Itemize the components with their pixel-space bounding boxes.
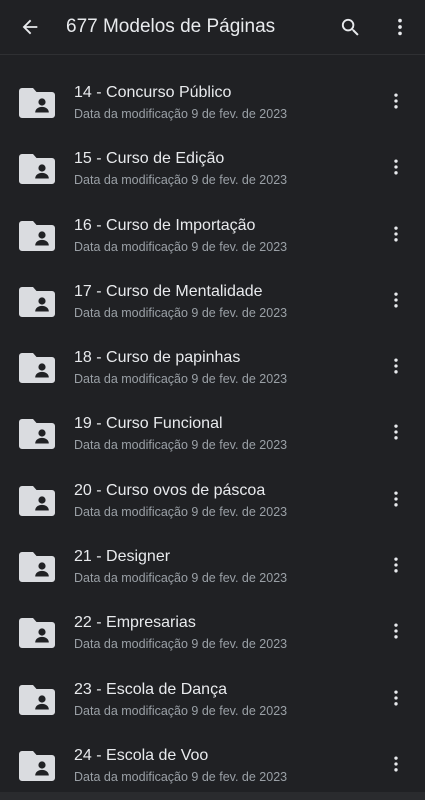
list-item[interactable]: 18 - Curso de papinhas Data da modificaç… bbox=[0, 333, 425, 399]
list-item[interactable]: 14 - Concurso Público Data da modificaçã… bbox=[0, 68, 425, 134]
more-vert-icon bbox=[394, 491, 398, 507]
list-item[interactable]: 24 - Escola de Voo Data da modificação 9… bbox=[0, 731, 425, 797]
item-modified-date: Data da modificação 9 de fev. de 2023 bbox=[74, 173, 288, 188]
more-vert-icon bbox=[394, 226, 398, 242]
item-title: 22 - Empresarias bbox=[74, 614, 196, 632]
item-modified-date: Data da modificação 9 de fev. de 2023 bbox=[74, 372, 288, 387]
list-item[interactable]: 17 - Curso de Mentalidade Data da modifi… bbox=[0, 267, 425, 333]
search-button[interactable] bbox=[332, 9, 368, 45]
more-vert-icon bbox=[394, 756, 398, 772]
more-vert-icon bbox=[394, 424, 398, 440]
item-modified-date: Data da modificação 9 de fev. de 2023 bbox=[74, 769, 288, 784]
item-modified-date: Data da modificação 9 de fev. de 2023 bbox=[74, 239, 288, 254]
overflow-menu-button[interactable] bbox=[382, 9, 418, 45]
item-title: 19 - Curso Funcional bbox=[74, 415, 223, 433]
page-title: 677 Modelos de Páginas bbox=[66, 16, 276, 37]
search-icon bbox=[341, 18, 359, 36]
more-vert-icon bbox=[394, 690, 398, 706]
file-list: 14 - Concurso Público Data da modificaçã… bbox=[0, 68, 425, 797]
item-title: 17 - Curso de Mentalidade bbox=[74, 282, 263, 300]
list-item[interactable]: 23 - Escola de Dança Data da modificação… bbox=[0, 665, 425, 731]
more-vert-icon bbox=[394, 292, 398, 308]
item-modified-date: Data da modificação 9 de fev. de 2023 bbox=[74, 438, 288, 453]
shared-folder-icon bbox=[19, 750, 55, 781]
shared-folder-icon bbox=[19, 419, 55, 450]
more-vert-icon bbox=[394, 557, 398, 573]
item-title: 15 - Curso de Edição bbox=[74, 150, 225, 168]
list-item[interactable]: 21 - Designer Data da modificação 9 de f… bbox=[0, 532, 425, 598]
item-more-button[interactable] bbox=[381, 484, 411, 514]
item-title: 18 - Curso de papinhas bbox=[74, 349, 241, 367]
shared-folder-icon bbox=[19, 485, 55, 516]
list-item[interactable]: 22 - Empresarias Data da modificação 9 d… bbox=[0, 598, 425, 664]
shared-folder-icon bbox=[19, 618, 55, 649]
item-more-button[interactable] bbox=[381, 749, 411, 779]
item-more-button[interactable] bbox=[381, 285, 411, 315]
item-title: 14 - Concurso Público bbox=[74, 84, 232, 101]
item-modified-date: Data da modificação 9 de fev. de 2023 bbox=[74, 571, 288, 586]
item-more-button[interactable] bbox=[381, 351, 411, 381]
item-more-button[interactable] bbox=[381, 550, 411, 580]
shared-folder-icon bbox=[19, 286, 55, 317]
back-button[interactable] bbox=[12, 9, 48, 45]
more-vert-icon bbox=[394, 358, 398, 374]
list-item[interactable]: 16 - Curso de Importação Data da modific… bbox=[0, 201, 425, 267]
list-item[interactable]: 15 - Curso de Edição Data da modificação… bbox=[0, 134, 425, 200]
more-vert-icon bbox=[394, 159, 398, 175]
item-modified-date: Data da modificação 9 de fev. de 2023 bbox=[74, 637, 288, 652]
item-more-button[interactable] bbox=[381, 219, 411, 249]
shared-folder-icon bbox=[19, 552, 55, 583]
item-more-button[interactable] bbox=[381, 152, 411, 182]
item-modified-date: Data da modificação 9 de fev. de 2023 bbox=[74, 703, 288, 718]
item-modified-date: Data da modificação 9 de fev. de 2023 bbox=[74, 504, 288, 519]
item-modified-date: Data da modificação 9 de fev. de 2023 bbox=[74, 305, 288, 320]
bottom-edge bbox=[0, 792, 425, 800]
more-vert-icon bbox=[394, 623, 398, 639]
item-modified-date: Data da modificação 9 de fev. de 2023 bbox=[74, 107, 288, 121]
more-vert-icon bbox=[398, 18, 402, 36]
more-vert-icon bbox=[394, 93, 398, 109]
item-title: 20 - Curso ovos de páscoa bbox=[74, 481, 266, 499]
shared-folder-icon bbox=[19, 220, 55, 251]
list-item[interactable]: 19 - Curso Funcional Data da modificação… bbox=[0, 399, 425, 465]
item-title: 16 - Curso de Importação bbox=[74, 216, 256, 234]
item-more-button[interactable] bbox=[381, 417, 411, 447]
item-title: 21 - Designer bbox=[74, 548, 171, 566]
app-bar: 677 Modelos de Páginas bbox=[0, 0, 425, 55]
shared-folder-icon bbox=[19, 353, 55, 384]
item-more-button[interactable] bbox=[381, 683, 411, 713]
item-more-button[interactable] bbox=[381, 86, 411, 116]
list-item[interactable]: 20 - Curso ovos de páscoa Data da modifi… bbox=[0, 466, 425, 532]
item-title: 23 - Escola de Dança bbox=[74, 680, 227, 698]
item-title: 24 - Escola de Voo bbox=[74, 746, 209, 764]
arrow-back-icon bbox=[22, 19, 38, 35]
item-more-button[interactable] bbox=[381, 616, 411, 646]
shared-folder-icon bbox=[19, 684, 55, 715]
shared-folder-icon bbox=[19, 154, 55, 185]
shared-folder-icon bbox=[19, 88, 55, 118]
